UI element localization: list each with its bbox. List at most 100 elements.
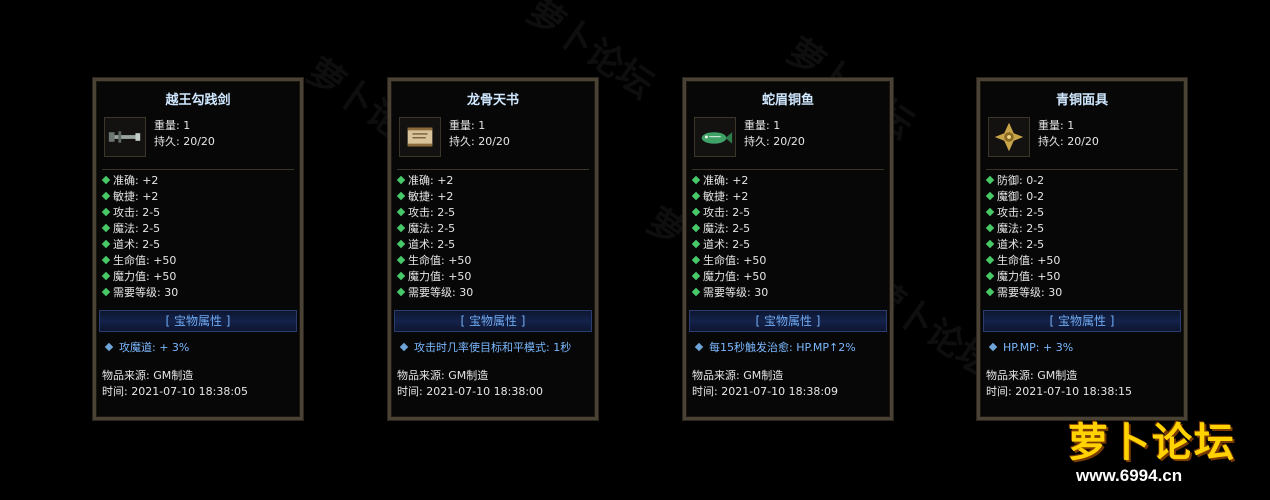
diamond-bullet-icon — [399, 342, 409, 352]
diamond-bullet-icon — [396, 207, 406, 217]
stat-line: 攻击: 2-5 — [691, 205, 884, 221]
stat-line: 生命值: +50 — [101, 253, 294, 269]
diamond-bullet-icon — [691, 287, 701, 297]
diamond-bullet-icon — [985, 191, 995, 201]
sword-icon[interactable] — [104, 117, 146, 157]
stat-line: 需要等级: 30 — [101, 285, 294, 301]
item-origin: 物品来源: GM制造 时间: 2021-07-10 18:38:00 — [391, 368, 595, 400]
diamond-bullet-icon — [985, 175, 995, 185]
site-logo: 萝卜论坛 www.6994.cn — [1028, 404, 1264, 496]
diamond-bullet-icon — [101, 191, 111, 201]
diamond-bullet-icon — [101, 271, 111, 281]
treasure-attributes-header: [ 宝物属性 ] — [689, 310, 887, 332]
stat-line: 攻击: 2-5 — [985, 205, 1178, 221]
stat-line: 敏捷: +2 — [101, 189, 294, 205]
item-durability: 持久: 20/20 — [744, 135, 805, 148]
item-tooltip-card: 青铜面具 重量: 1 持久: 20/20 防御: 0-2 魔御: 0-2 攻击:… — [977, 78, 1187, 420]
diamond-bullet-icon — [691, 223, 701, 233]
divider — [692, 169, 884, 170]
item-weight: 重量: 1 — [154, 119, 191, 132]
item-origin: 物品来源: GM制造 时间: 2021-07-10 18:38:05 — [96, 368, 300, 400]
item-name: 龙骨天书 — [466, 93, 519, 108]
divider — [986, 169, 1178, 170]
diamond-bullet-icon — [396, 191, 406, 201]
diamond-bullet-icon — [101, 239, 111, 249]
diamond-bullet-icon — [694, 342, 704, 352]
stat-line: 准确: +2 — [691, 173, 884, 189]
item-tooltip-card: 蛇眉铜鱼 重量: 1 持久: 20/20 准确: +2 敏捷: +2 攻击: 2… — [683, 78, 893, 420]
stat-list: 准确: +2 敏捷: +2 攻击: 2-5 魔法: 2-5 道术: 2-5 生命… — [96, 173, 300, 301]
stat-line: 魔法: 2-5 — [691, 221, 884, 237]
stat-line: 需要等级: 30 — [396, 285, 589, 301]
stat-line: 魔御: 0-2 — [985, 189, 1178, 205]
scroll-icon[interactable] — [399, 117, 441, 157]
item-source: 物品来源: GM制造 — [692, 369, 784, 382]
item-weight: 重量: 1 — [744, 119, 781, 132]
diamond-bullet-icon — [396, 255, 406, 265]
special-attribute: HP.MP: + 3% — [986, 340, 1178, 356]
item-origin: 物品来源: GM制造 时间: 2021-07-10 18:38:09 — [686, 368, 890, 400]
item-durability: 持久: 20/20 — [449, 135, 510, 148]
stat-line: 攻击: 2-5 — [396, 205, 589, 221]
stat-line: 需要等级: 30 — [985, 285, 1178, 301]
stat-line: 生命值: +50 — [691, 253, 884, 269]
item-time: 时间: 2021-07-10 18:38:09 — [692, 385, 839, 398]
diamond-bullet-icon — [101, 223, 111, 233]
diamond-bullet-icon — [985, 271, 995, 281]
item-weight: 重量: 1 — [1038, 119, 1075, 132]
item-time: 时间: 2021-07-10 18:38:15 — [986, 385, 1133, 398]
diamond-bullet-icon — [985, 239, 995, 249]
diamond-bullet-icon — [691, 191, 701, 201]
stat-line: 道术: 2-5 — [101, 237, 294, 253]
stat-line: 敏捷: +2 — [691, 189, 884, 205]
diamond-bullet-icon — [396, 271, 406, 281]
item-origin: 物品来源: GM制造 时间: 2021-07-10 18:38:15 — [980, 368, 1184, 400]
item-source: 物品来源: GM制造 — [397, 369, 489, 382]
diamond-bullet-icon — [985, 255, 995, 265]
diamond-bullet-icon — [101, 287, 111, 297]
diamond-bullet-icon — [101, 207, 111, 217]
stat-line: 魔力值: +50 — [985, 269, 1178, 285]
jade-fish-icon[interactable] — [694, 117, 736, 157]
stat-list: 准确: +2 敏捷: +2 攻击: 2-5 魔法: 2-5 道术: 2-5 生命… — [391, 173, 595, 301]
stat-line: 魔力值: +50 — [691, 269, 884, 285]
item-name: 蛇眉铜鱼 — [761, 93, 814, 108]
diamond-bullet-icon — [691, 271, 701, 281]
divider — [102, 169, 294, 170]
diamond-bullet-icon — [691, 207, 701, 217]
item-source: 物品来源: GM制造 — [986, 369, 1078, 382]
site-logo-name: 萝卜论坛 — [1068, 420, 1236, 466]
stat-line: 魔法: 2-5 — [396, 221, 589, 237]
diamond-bullet-icon — [101, 255, 111, 265]
item-source: 物品来源: GM制造 — [102, 369, 194, 382]
diamond-bullet-icon — [691, 239, 701, 249]
stat-line: 道术: 2-5 — [985, 237, 1178, 253]
stat-line: 准确: +2 — [396, 173, 589, 189]
item-durability: 持久: 20/20 — [154, 135, 215, 148]
diamond-bullet-icon — [104, 342, 114, 352]
stat-list: 准确: +2 敏捷: +2 攻击: 2-5 魔法: 2-5 道术: 2-5 生命… — [686, 173, 890, 301]
stat-list: 防御: 0-2 魔御: 0-2 攻击: 2-5 魔法: 2-5 道术: 2-5 … — [980, 173, 1184, 301]
item-name: 青铜面具 — [1055, 93, 1108, 108]
site-logo-url: www.6994.cn — [1076, 466, 1183, 485]
stat-line: 生命值: +50 — [985, 253, 1178, 269]
special-attribute: 攻击时几率使目标和平模式: 1秒 — [397, 340, 589, 356]
bronze-mask-icon[interactable] — [988, 117, 1030, 157]
stat-line: 攻击: 2-5 — [101, 205, 294, 221]
stat-line: 准确: +2 — [101, 173, 294, 189]
stat-line: 魔力值: +50 — [396, 269, 589, 285]
stat-line: 防御: 0-2 — [985, 173, 1178, 189]
item-tooltip-card: 越王勾践剑 重量: 1 持久: 20/20 准确: +2 敏捷: +2 攻击: … — [93, 78, 303, 420]
stat-line: 道术: 2-5 — [396, 237, 589, 253]
diamond-bullet-icon — [396, 287, 406, 297]
diamond-bullet-icon — [691, 175, 701, 185]
stat-line: 魔法: 2-5 — [985, 221, 1178, 237]
item-durability: 持久: 20/20 — [1038, 135, 1099, 148]
diamond-bullet-icon — [988, 342, 998, 352]
special-attribute: 攻魔道: + 3% — [102, 340, 294, 356]
diamond-bullet-icon — [691, 255, 701, 265]
item-name: 越王勾践剑 — [165, 93, 231, 108]
treasure-attributes-header: [ 宝物属性 ] — [983, 310, 1181, 332]
item-time: 时间: 2021-07-10 18:38:05 — [102, 385, 249, 398]
stat-line: 生命值: +50 — [396, 253, 589, 269]
